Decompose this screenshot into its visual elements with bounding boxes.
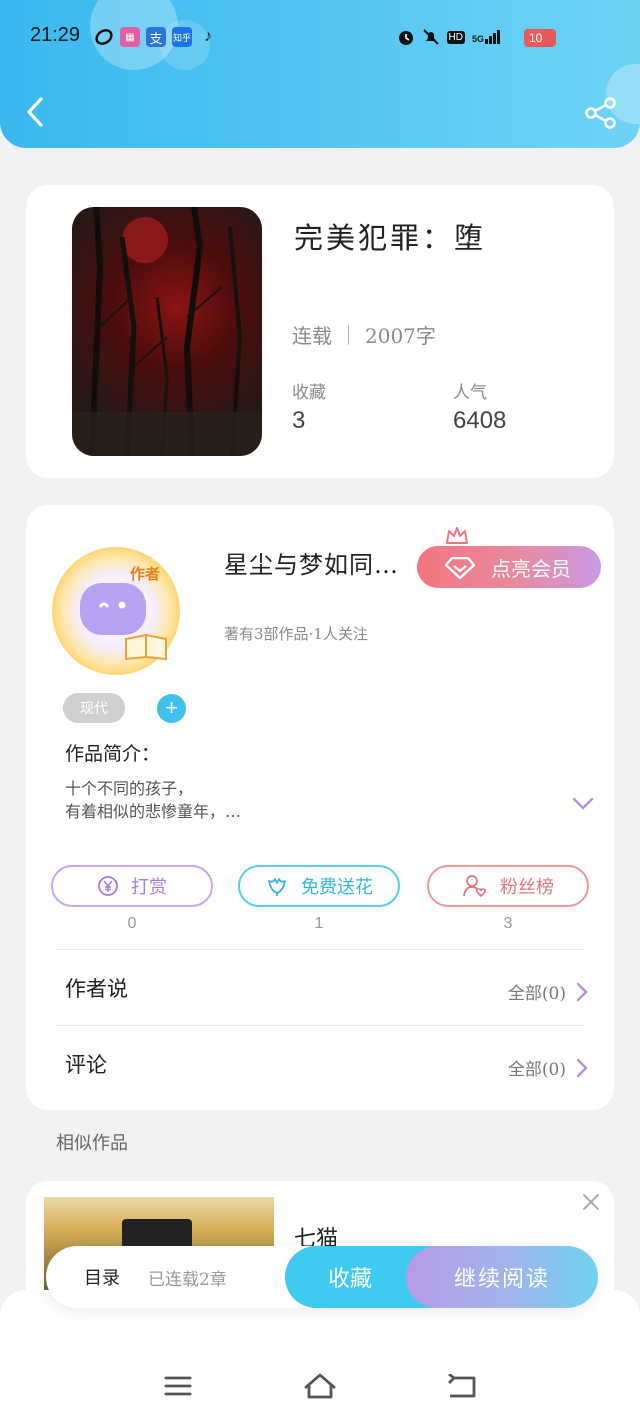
book-cover[interactable] [72, 207, 262, 456]
book-status-line: 连载 2007字 [292, 320, 436, 349]
status-indicators: HD 5G [397, 28, 500, 46]
back-button[interactable] [18, 94, 54, 130]
add-tag-button[interactable]: + [157, 694, 186, 723]
menu-icon[interactable] [164, 1374, 192, 1398]
alipay-icon: 支 [146, 27, 166, 47]
favorite-button-label: 收藏 [327, 1267, 372, 1292]
word-count: 2007字 [365, 324, 436, 348]
flower-count: 1 [314, 915, 324, 932]
intro-title: 作品简介： [65, 743, 161, 765]
chevron-right-icon [576, 1058, 588, 1077]
divider [56, 1025, 584, 1026]
mute-icon [422, 29, 439, 45]
cover-trees [72, 207, 262, 456]
collect-label: 收藏 [292, 383, 326, 403]
comments-title: 评论 [65, 1053, 107, 1077]
vip-button-label: 点亮会员 [491, 558, 571, 581]
back-icon[interactable] [446, 1374, 478, 1400]
divider [56, 949, 584, 950]
author-avatar-tag: 作者 [130, 565, 161, 583]
intro-text[interactable]: 十个不同的孩子， 有着相似的悲惨童年，… [65, 777, 241, 823]
close-icon[interactable] [582, 1193, 600, 1211]
share-icon [585, 97, 616, 129]
author-summary: 著有3部作品·1人关注 [224, 625, 368, 643]
hd-icon: HD [446, 30, 465, 44]
toc-button[interactable]: 目录 [84, 1264, 120, 1290]
fans-icon [463, 875, 487, 898]
author-name[interactable]: 星尘与梦如同… [224, 545, 399, 580]
avatar-face [80, 583, 146, 635]
comments-all-link[interactable]: 全部(0) [508, 1055, 588, 1080]
alarm-icon [398, 31, 413, 45]
app-icon [94, 27, 114, 47]
yen-icon [98, 876, 118, 896]
fans-ranking-label: 粉丝榜 [500, 877, 554, 897]
popularity-label: 人气 [453, 383, 487, 403]
similar-works-label: 相似作品 [56, 1133, 128, 1154]
tip-count: 0 [127, 915, 137, 932]
chevron-down-icon[interactable] [572, 797, 594, 811]
status-time: 21:29 [30, 24, 81, 46]
intro-line: 十个不同的孩子， [65, 779, 194, 798]
status-app-icons: ▦ 支 知乎 ♪ [94, 27, 218, 47]
book-info-card: 完美犯罪：堕 连载 2007字 收藏 3 人气 6408 [26, 185, 614, 478]
crown-icon [446, 527, 468, 544]
chevron-right-icon [576, 982, 588, 1001]
book-icon [125, 633, 167, 661]
genre-tag[interactable]: 现代 [63, 693, 125, 723]
author-avatar[interactable]: 作者 [52, 547, 180, 675]
zhihu-icon: 知乎 [172, 27, 192, 47]
author-card: 作者 星尘与梦如同… 点亮会员 著有3部作品·1人关注 现代 + 作品简介： 十… [26, 505, 614, 1110]
comments-all-label: 全部(0) [507, 1060, 566, 1080]
tip-button[interactable]: 打赏 [51, 865, 213, 907]
fans-count: 3 [503, 915, 513, 932]
send-flower-label: 免费送花 [301, 877, 373, 897]
tip-label: 打赏 [131, 877, 167, 897]
tiktok-icon: ♪ [204, 28, 212, 45]
popularity-value: 6408 [453, 407, 507, 434]
author-says-title: 作者说 [65, 977, 128, 1001]
header: 21:29 ▦ 支 知乎 ♪ HD 5G 10 [0, 0, 640, 148]
author-says-all-link[interactable]: 全部(0) [508, 979, 588, 1004]
author-says-all-label: 全部(0) [507, 984, 566, 1004]
book-title: 完美犯罪：堕 [294, 221, 487, 255]
chevron-left-icon [27, 97, 43, 127]
send-flower-button[interactable]: 免费送花 [238, 865, 400, 907]
signal-icon: 5G [472, 30, 500, 44]
collect-value: 3 [292, 407, 306, 434]
intro-line: 有着相似的悲惨童年，… [65, 802, 242, 821]
share-button[interactable] [584, 96, 618, 130]
bilibili-icon: ▦ [120, 27, 140, 47]
book-status: 连载 [292, 324, 332, 348]
continue-reading-label: 继续阅读 [453, 1267, 550, 1292]
fans-ranking-button[interactable]: 粉丝榜 [427, 865, 589, 907]
system-navigation-bar [0, 1290, 640, 1428]
bottom-action-bar: 目录 已连载2章 收藏 继续阅读 [46, 1246, 598, 1308]
continue-reading-button[interactable]: 继续阅读 [406, 1246, 598, 1308]
battery-indicator: 10 [524, 29, 556, 47]
divider [348, 324, 349, 345]
flower-icon [268, 878, 286, 896]
home-icon[interactable] [302, 1372, 338, 1400]
diamond-icon [445, 557, 475, 579]
chapter-count: 已连载2章 [148, 1270, 227, 1290]
vip-button[interactable]: 点亮会员 [417, 546, 601, 588]
